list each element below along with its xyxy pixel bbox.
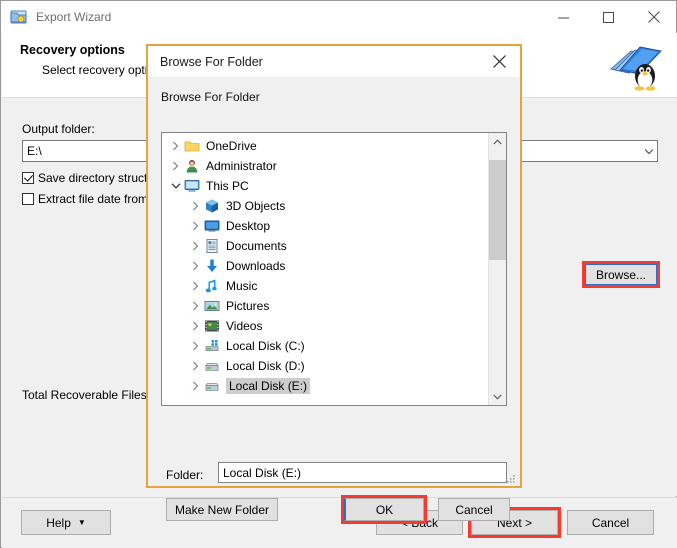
tree-item-pictures[interactable]: Pictures <box>162 296 488 316</box>
tree-item-label: OneDrive <box>206 139 257 153</box>
dialog-cancel-button[interactable]: Cancel <box>438 498 510 521</box>
checkbox-box[interactable] <box>22 172 34 184</box>
videos-icon <box>204 318 220 334</box>
tree-item-label: Administrator <box>206 159 277 173</box>
chevron-right-icon[interactable] <box>188 358 204 374</box>
chevron-right-icon[interactable] <box>188 218 204 234</box>
folder-tree[interactable]: OneDrive Administrator This PC 3D Objects De… <box>162 133 488 405</box>
window-titlebar: Export Wizard <box>1 1 676 33</box>
close-icon[interactable] <box>478 47 520 77</box>
checkbox-save-directory-structure[interactable]: Save directory structure <box>22 171 165 185</box>
folder-input[interactable]: Local Disk (E:) <box>218 462 507 483</box>
page-title: Recovery options <box>20 43 125 57</box>
tree-item-label: Local Disk (C:) <box>226 339 305 353</box>
help-label: Help <box>46 515 71 530</box>
drive-icon <box>204 358 220 374</box>
tree-item-label: Local Disk (E:) <box>226 378 311 394</box>
desktop-icon <box>204 218 220 234</box>
minimize-icon[interactable] <box>541 2 586 33</box>
tree-item-desktop[interactable]: Desktop <box>162 216 488 236</box>
checkbox-extract-file-date[interactable]: Extract file date from m <box>22 192 161 206</box>
drive-icon <box>204 378 220 394</box>
dialog-titlebar: Browse For Folder <box>148 46 520 77</box>
3d-objects-icon <box>204 198 220 214</box>
folder-field-label: Folder: <box>166 468 204 482</box>
caret-down-icon: ▼ <box>77 517 86 527</box>
chevron-right-icon[interactable] <box>188 298 204 314</box>
make-new-folder-button[interactable]: Make New Folder <box>166 498 278 521</box>
tree-item-this-pc[interactable]: This PC <box>162 176 488 196</box>
this-pc-icon <box>184 178 200 194</box>
chevron-right-icon[interactable] <box>188 198 204 214</box>
tree-scrollbar[interactable] <box>488 133 506 405</box>
folder-tree-container: OneDrive Administrator This PC 3D Objects De… <box>161 132 507 406</box>
tree-item-administrator[interactable]: Administrator <box>162 156 488 176</box>
tree-item-label: Videos <box>226 319 263 333</box>
output-folder-label: Output folder: <box>22 122 95 136</box>
tree-item-label: Music <box>226 279 258 293</box>
chevron-right-icon[interactable] <box>188 278 204 294</box>
dialog-title: Browse For Folder <box>160 54 263 69</box>
music-icon <box>204 278 220 294</box>
chevron-right-icon[interactable] <box>168 138 184 154</box>
downloads-icon <box>204 258 220 274</box>
maximize-icon[interactable] <box>586 2 631 33</box>
checkbox-box[interactable] <box>22 193 34 205</box>
tree-item-3d-objects[interactable]: 3D Objects <box>162 196 488 216</box>
chevron-down-icon[interactable] <box>489 388 506 405</box>
browse-button[interactable]: Browse... <box>585 264 657 285</box>
chevron-right-icon[interactable] <box>188 378 204 394</box>
pictures-icon <box>204 298 220 314</box>
chevron-right-icon[interactable] <box>188 318 204 334</box>
wizard-footer: Help ▼ < Back Next > Cancel <box>2 497 677 548</box>
tree-item-music[interactable]: Music <box>162 276 488 296</box>
tree-item-documents[interactable]: Documents <box>162 236 488 256</box>
close-icon[interactable] <box>631 2 676 33</box>
tree-item-local-disk-d[interactable]: Local Disk (D:) <box>162 356 488 376</box>
resize-grip[interactable] <box>506 473 516 483</box>
tree-item-label: Desktop <box>226 219 271 233</box>
tree-item-local-disk-c[interactable]: Local Disk (C:) <box>162 336 488 356</box>
tree-item-onedrive[interactable]: OneDrive <box>162 136 488 156</box>
chevron-right-icon[interactable] <box>168 158 184 174</box>
chevron-down-icon[interactable] <box>168 178 184 194</box>
tree-item-label: Downloads <box>226 259 286 273</box>
dialog-prompt: Browse For Folder <box>161 90 260 104</box>
export-wizard-icon <box>10 8 28 26</box>
onedrive-folder-icon <box>184 138 200 154</box>
tree-item-videos[interactable]: Videos <box>162 316 488 336</box>
chevron-right-icon[interactable] <box>188 258 204 274</box>
documents-icon <box>204 238 220 254</box>
tree-item-label: This PC <box>206 179 249 193</box>
tree-item-label: Pictures <box>226 299 270 313</box>
ok-button[interactable]: OK <box>344 498 424 521</box>
help-button[interactable]: Help ▼ <box>21 510 111 535</box>
tree-item-downloads[interactable]: Downloads <box>162 256 488 276</box>
tree-item-label: Local Disk (D:) <box>226 359 305 373</box>
chevron-up-icon[interactable] <box>489 133 506 150</box>
system-drive-icon <box>204 338 220 354</box>
cancel-button[interactable]: Cancel <box>567 510 654 535</box>
scrollbar-thumb[interactable] <box>489 160 506 260</box>
browse-for-folder-dialog: Browse For Folder Browse For Folder OneD… <box>146 44 522 524</box>
linux-penguin-books-logo <box>605 39 665 93</box>
user-icon <box>184 158 200 174</box>
tree-item-label: Documents <box>226 239 287 253</box>
checkbox-label: Extract file date from m <box>38 192 162 206</box>
tree-item-local-disk-e[interactable]: Local Disk (E:) <box>162 376 488 396</box>
chevron-right-icon[interactable] <box>188 338 204 354</box>
chevron-down-icon[interactable] <box>640 141 657 161</box>
tree-item-label: 3D Objects <box>226 199 286 213</box>
window-title: Export Wizard <box>36 10 112 24</box>
chevron-right-icon[interactable] <box>188 238 204 254</box>
